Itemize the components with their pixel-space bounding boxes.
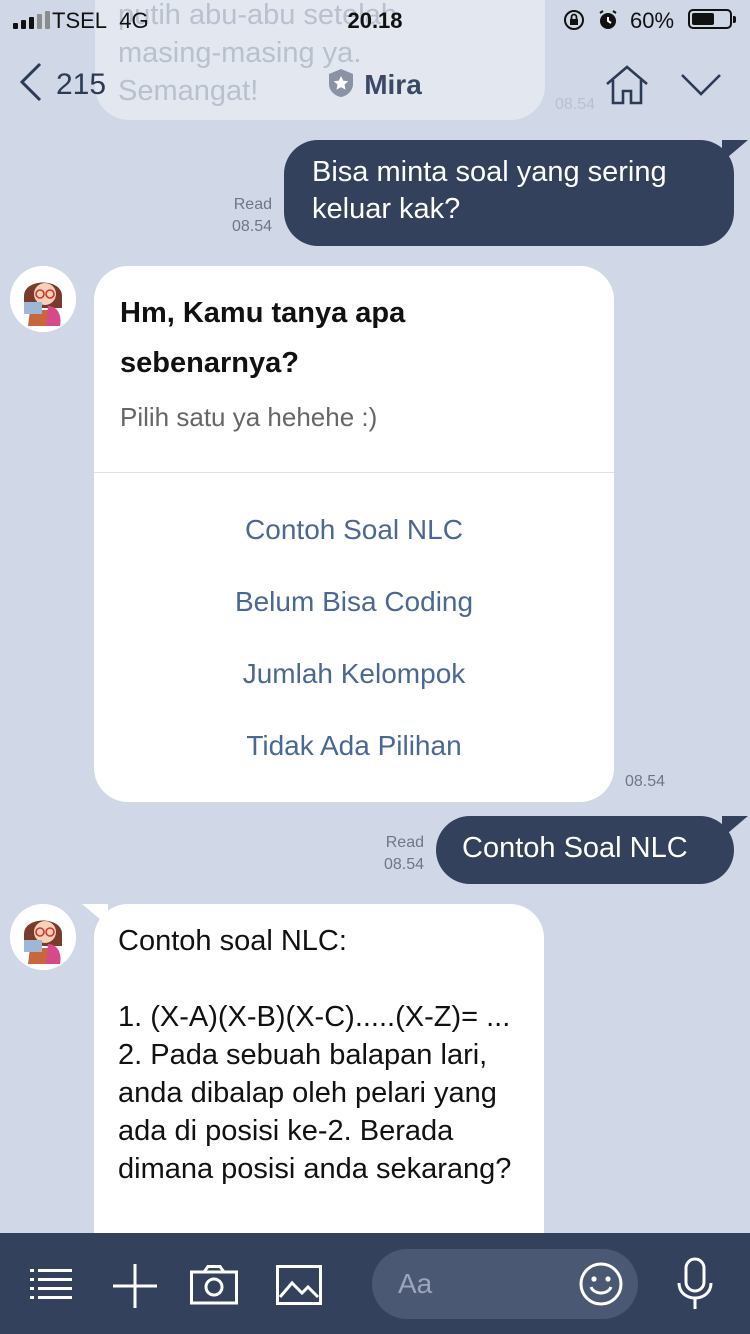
alarm-icon — [596, 8, 620, 38]
chat-title-text: Mira — [364, 69, 422, 100]
card-option-contoh-soal-nlc[interactable]: Contoh Soal NLC — [94, 514, 614, 546]
chat-header: 215 Mira — [0, 40, 750, 128]
bot-avatar[interactable] — [10, 266, 76, 332]
rotation-lock-icon — [562, 8, 586, 38]
quick-reply-card: Hm, Kamu tanya apa sebenarnya? Pilih sat… — [94, 266, 614, 802]
image-icon[interactable] — [276, 1265, 322, 1310]
official-star-badge-icon — [328, 68, 354, 105]
microphone-icon[interactable] — [676, 1257, 714, 1316]
plus-icon[interactable] — [112, 1263, 158, 1314]
message-text: Contoh Soal NLC — [462, 832, 688, 864]
battery-percent: 60% — [630, 8, 675, 33]
card-time: 08.54 — [625, 773, 666, 790]
camera-icon[interactable] — [190, 1265, 238, 1310]
outgoing-message[interactable]: Bisa minta soal yang sering keluar kak? — [284, 140, 748, 246]
card-subtitle: Pilih satu ya hehehe :) — [120, 402, 378, 432]
card-option-belum-bisa-coding[interactable]: Belum Bisa Coding — [94, 586, 614, 618]
input-bar: Aa — [0, 1233, 750, 1334]
message-text: Contoh soal NLC: 1. (X-A)(X-B)(X-C).....… — [118, 925, 512, 1185]
menu-icon[interactable] — [30, 1267, 72, 1306]
card-divider — [94, 472, 614, 473]
incoming-message[interactable]: Contoh soal NLC: 1. (X-A)(X-B)(X-C).....… — [94, 904, 544, 1284]
message-input[interactable]: Aa — [372, 1249, 638, 1319]
card-option-tidak-ada-pilihan[interactable]: Tidak Ada Pilihan — [94, 730, 614, 762]
read-receipt: Read 08.54 — [231, 196, 272, 235]
read-receipt: Read 08.54 — [383, 834, 424, 873]
input-placeholder: Aa — [398, 1268, 433, 1299]
card-title: Hm, Kamu tanya apa sebenarnya? — [120, 297, 406, 379]
battery-icon — [688, 9, 736, 29]
emoji-icon[interactable] — [578, 1261, 624, 1312]
card-option-jumlah-kelompok[interactable]: Jumlah Kelompok — [94, 658, 614, 690]
bot-avatar[interactable] — [10, 904, 76, 970]
outgoing-message[interactable]: Contoh Soal NLC — [436, 816, 748, 884]
status-bar: TSEL 4G 20.18 60% — [0, 0, 750, 40]
home-icon[interactable] — [604, 64, 650, 111]
message-text: Bisa minta soal yang sering keluar kak? — [312, 156, 667, 225]
chevron-down-icon[interactable] — [680, 72, 722, 103]
